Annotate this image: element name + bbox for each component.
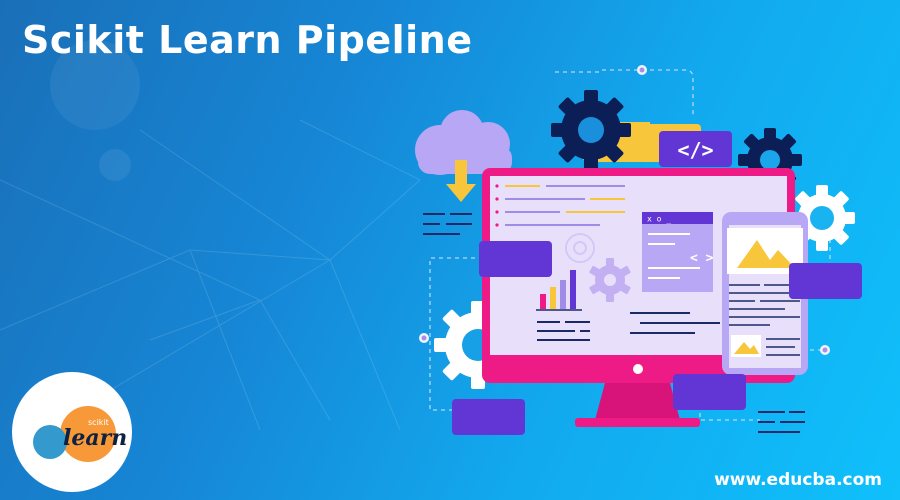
code-tag-label: </>	[677, 138, 713, 162]
logo-wordmark: learn	[63, 425, 128, 451]
gear-icon	[551, 90, 631, 170]
scikit-learn-logo: scikit learn	[12, 372, 132, 492]
window-code-label: < >	[690, 251, 714, 266]
pipeline-illustration: </> x o _ < >	[415, 65, 862, 435]
purple-block	[479, 241, 552, 277]
code-tag-icon: </>	[659, 131, 732, 167]
purple-block	[789, 263, 862, 299]
purple-block	[673, 374, 746, 410]
purple-block	[452, 399, 525, 435]
hero-banner: Scikit Learn Pipeline </> x o _ < > scik…	[0, 0, 900, 500]
page-title: Scikit Learn Pipeline	[22, 18, 473, 62]
window-controls-label: x o _	[647, 215, 671, 224]
code-window-icon: x o _ < >	[642, 212, 714, 292]
website-url[interactable]: www.educba.com	[714, 470, 882, 490]
